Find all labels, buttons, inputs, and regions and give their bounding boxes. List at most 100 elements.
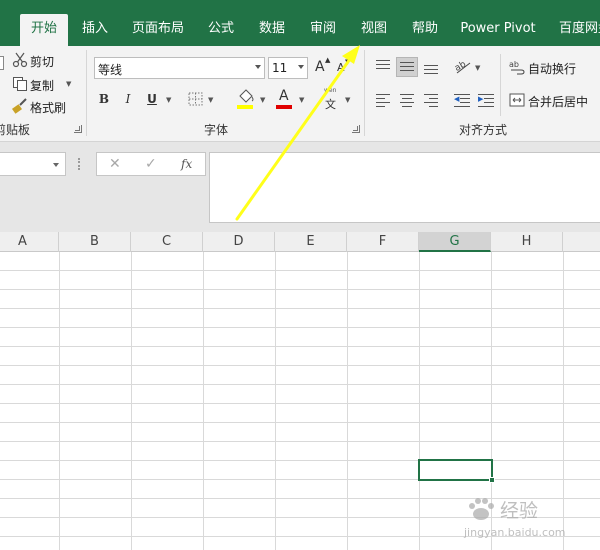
merge-center-label: 合并后居中 xyxy=(528,95,589,109)
copy-icon xyxy=(13,77,27,91)
align-bottom-icon[interactable] xyxy=(424,63,440,75)
watermark-text: 经验 xyxy=(500,500,539,522)
shrink-font-button[interactable]: A ▼ xyxy=(336,58,354,77)
align-left-icon[interactable] xyxy=(376,94,392,107)
baidu-jingyan-watermark: 经验 jingyan.baidu.com xyxy=(460,490,600,550)
grow-font-icon: A xyxy=(315,59,325,75)
font-color-swatch xyxy=(276,105,292,109)
customize-qat-icon[interactable]: ˇ xyxy=(90,0,96,8)
wrap-text-icon: ab xyxy=(509,60,525,75)
phonetic-char: 文 xyxy=(325,98,336,111)
caret-down-icon: ▼ xyxy=(345,58,351,66)
tab-help[interactable]: 帮助 xyxy=(404,14,446,46)
column-header-a[interactable]: A xyxy=(0,232,59,252)
chevron-down-icon xyxy=(255,65,261,69)
insert-function-icon[interactable]: fx xyxy=(181,157,192,171)
tab-data[interactable]: 数据 xyxy=(251,14,293,46)
font-color-button[interactable]: A xyxy=(275,88,295,110)
align-center-icon[interactable] xyxy=(400,94,416,107)
column-header-f[interactable]: F xyxy=(347,232,419,252)
tab-view[interactable]: 视图 xyxy=(353,14,395,46)
alignment-group-label: 对齐方式 xyxy=(459,123,508,137)
tab-page-layout[interactable]: 页面布局 xyxy=(128,14,188,46)
underline-button[interactable]: U xyxy=(142,89,162,109)
enter-icon[interactable]: ✓ xyxy=(145,156,157,172)
group-separator xyxy=(364,50,365,136)
borders-button[interactable] xyxy=(188,92,204,106)
tab-review[interactable]: 审阅 xyxy=(302,14,344,46)
chevron-down-icon[interactable] xyxy=(53,163,59,167)
column-header-e[interactable]: E xyxy=(275,232,347,252)
font-size-value: 11 xyxy=(272,61,288,75)
formula-bar-area: ✕ ✓ fx xyxy=(0,142,600,232)
undo-icon[interactable]: ⌒ xyxy=(18,0,30,11)
clipboard-group-label: 剪贴板 xyxy=(0,123,31,137)
merge-center-icon xyxy=(509,93,525,107)
tab-home[interactable]: 开始 xyxy=(20,14,68,46)
active-cell[interactable] xyxy=(418,459,493,481)
copy-label: 复制 xyxy=(30,79,55,93)
chevron-down-icon[interactable]: ▼ xyxy=(345,96,350,104)
chevron-down-icon[interactable]: ▼ xyxy=(66,80,71,88)
grow-font-button[interactable]: A ▲ xyxy=(314,56,332,77)
formula-buttons: ✕ ✓ fx xyxy=(96,152,206,176)
name-box[interactable] xyxy=(0,152,66,176)
chevron-down-icon[interactable]: ▼ xyxy=(299,96,304,104)
format-painter-label: 格式刷 xyxy=(30,101,67,115)
column-header-g[interactable]: G xyxy=(419,232,491,252)
paintbrush-icon xyxy=(12,98,27,114)
borders-icon xyxy=(188,92,203,106)
chevron-down-icon[interactable]: ▼ xyxy=(166,96,171,104)
watermark-url: jingyan.baidu.com xyxy=(464,526,566,539)
baidu-paw-icon xyxy=(469,498,494,520)
clipboard-dialog-launcher-icon[interactable] xyxy=(74,125,82,133)
column-header-i[interactable] xyxy=(563,232,600,252)
orientation-button[interactable]: ab xyxy=(453,57,472,75)
fill-color-button[interactable] xyxy=(236,88,256,110)
shrink-font-icon: A xyxy=(337,61,345,74)
font-name-value: 等线 xyxy=(98,63,123,77)
text-orientation-icon: ab xyxy=(453,59,471,74)
chevron-down-icon xyxy=(298,65,304,69)
increase-indent-icon[interactable]: ▶ xyxy=(478,94,494,107)
chevron-down-icon[interactable]: ▼ xyxy=(475,64,480,72)
group-separator xyxy=(86,50,87,136)
column-header-c[interactable]: C xyxy=(131,232,203,252)
chevron-down-icon[interactable]: ▼ xyxy=(208,96,213,104)
fill-handle[interactable] xyxy=(489,477,495,483)
tab-baidu-netdisk[interactable]: 百度网盘 xyxy=(552,14,600,46)
resize-handle-icon[interactable] xyxy=(78,158,80,170)
align-middle-button[interactable] xyxy=(396,57,418,77)
title-bar: ⌒ ⌒ ˇ 开始 插入 页面布局 公式 数据 审阅 视图 帮助 Power Pi… xyxy=(0,0,600,46)
font-size-combo[interactable]: 11 xyxy=(268,57,308,79)
decrease-indent-icon[interactable]: ◀ xyxy=(454,94,470,107)
caret-up-icon: ▲ xyxy=(325,56,331,64)
cut-label: 剪切 xyxy=(30,55,55,69)
svg-text:ab: ab xyxy=(509,60,519,69)
font-group-label: 字体 xyxy=(204,123,229,137)
chevron-down-icon[interactable]: ▼ xyxy=(260,96,265,104)
column-header-h[interactable]: H xyxy=(491,232,563,252)
formula-input[interactable] xyxy=(209,152,600,223)
cancel-icon[interactable]: ✕ xyxy=(109,156,121,172)
italic-button[interactable]: I xyxy=(118,89,138,109)
align-top-icon[interactable] xyxy=(376,60,392,72)
group-separator xyxy=(500,54,501,116)
ribbon-tabs: 开始 插入 页面布局 公式 数据 审阅 视图 帮助 Power Pivot 百度… xyxy=(0,14,600,46)
phonetic-guide-button[interactable]: wén 文 xyxy=(322,87,344,111)
scissors-icon xyxy=(12,52,28,68)
bold-button[interactable]: B xyxy=(94,89,114,109)
font-dialog-launcher-icon[interactable] xyxy=(352,125,360,133)
tab-insert[interactable]: 插入 xyxy=(74,14,116,46)
align-middle-icon xyxy=(400,62,416,74)
font-name-combo[interactable]: 等线 xyxy=(94,57,265,79)
paint-bucket-icon xyxy=(239,89,254,103)
column-header-d[interactable]: D xyxy=(203,232,275,252)
tab-formulas[interactable]: 公式 xyxy=(200,14,242,46)
redo-icon[interactable]: ⌒ xyxy=(44,0,56,11)
column-header-b[interactable]: B xyxy=(59,232,131,252)
align-right-icon[interactable] xyxy=(424,94,440,107)
paste-icon[interactable] xyxy=(0,56,4,70)
tab-power-pivot[interactable]: Power Pivot xyxy=(458,14,538,46)
column-headers: A B C D E F G H xyxy=(0,232,600,252)
